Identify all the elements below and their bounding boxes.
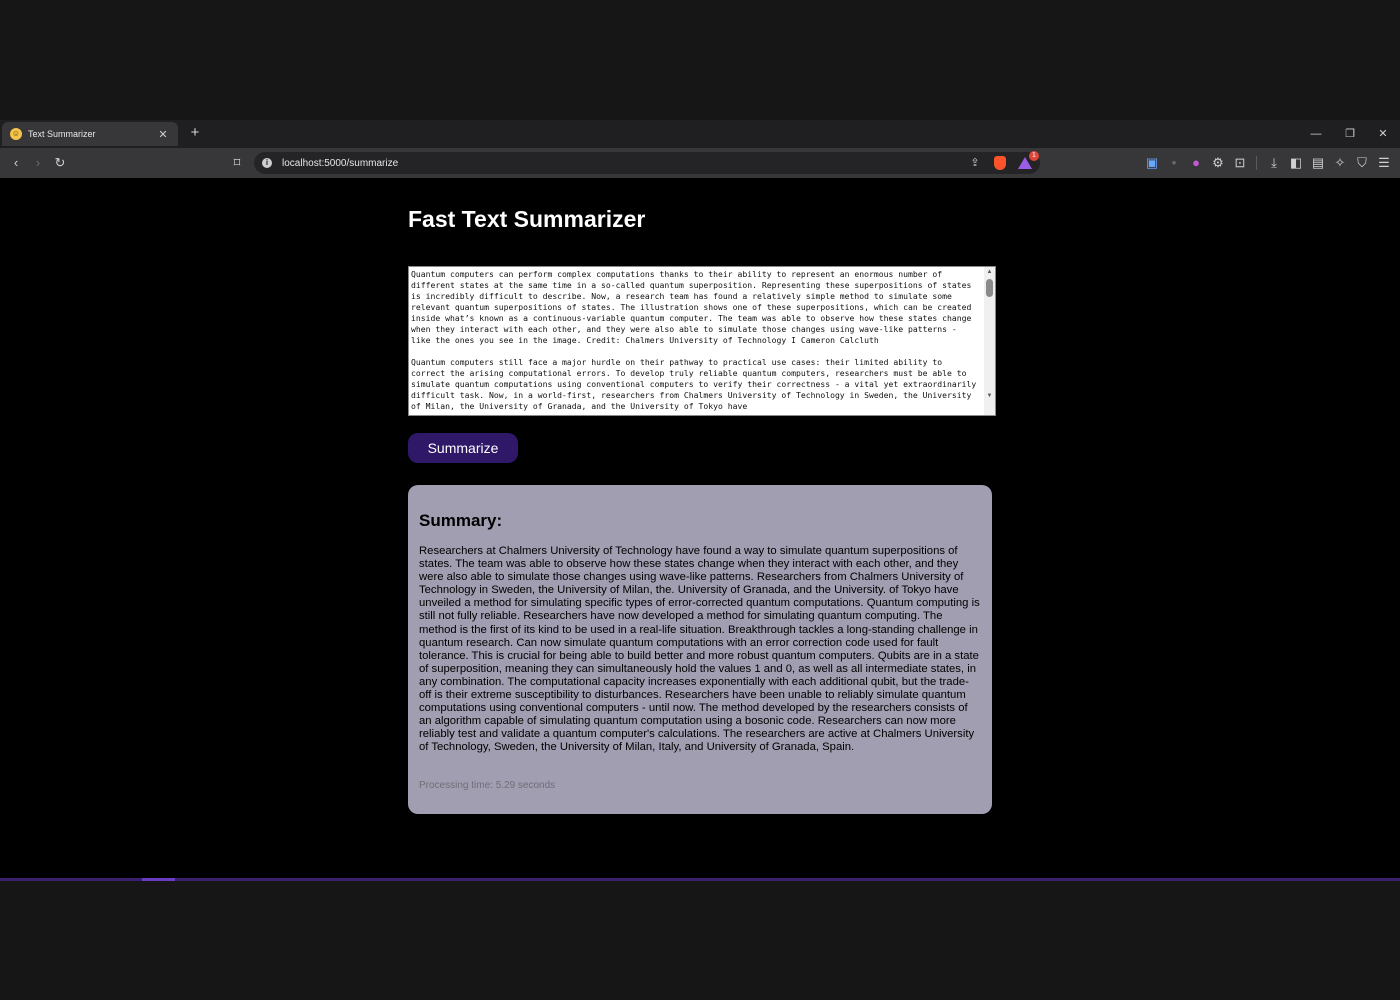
tab-text-summarizer[interactable]: ☺ Text Summarizer ✕ [2, 122, 178, 146]
processing-time: Processing time: 5.29 seconds [419, 780, 556, 791]
window-close-button[interactable]: ✕ [1369, 124, 1397, 144]
page-title: Fast Text Summarizer [408, 206, 646, 232]
address-bar[interactable]: i localhost:5000/summarize ⇪ 1 [254, 151, 1040, 174]
bookmark-icon[interactable]: ⌑ [227, 153, 247, 173]
sidebar-icon[interactable]: ◧ [1286, 153, 1306, 173]
extension-circle-icon[interactable]: ● [1186, 153, 1206, 173]
summarize-button[interactable]: Summarize [408, 433, 518, 463]
scroll-down-arrow-icon[interactable]: ▼ [984, 391, 995, 401]
scroll-thumb[interactable] [986, 279, 993, 297]
browser-toolbar: ‹ › ↻ ⌑ i localhost:5000/summarize ⇪ 1 ▣… [0, 148, 1400, 178]
wallet-icon[interactable]: ▤ [1308, 153, 1328, 173]
menu-hamburger-icon[interactable]: ☰ [1374, 153, 1394, 173]
new-tab-button[interactable]: + [186, 124, 204, 142]
tab-strip: ☺ Text Summarizer ✕ + — ❐ ✕ [0, 120, 1400, 148]
scroll-up-arrow-icon[interactable]: ▲ [984, 267, 995, 277]
textarea-scrollbar[interactable]: ▲ ▼ [984, 267, 995, 415]
input-textarea[interactable]: Quantum computers can perform complex co… [408, 266, 996, 416]
tab-title: Text Summarizer [28, 129, 96, 139]
summary-heading: Summary: [419, 511, 503, 530]
reload-icon[interactable]: ↻ [50, 153, 70, 173]
extension-search-icon[interactable]: ⊡ [1230, 153, 1250, 173]
extension-screen-icon[interactable]: ▣ [1142, 153, 1162, 173]
toolbar-separator [1256, 156, 1257, 170]
downloads-icon[interactable]: ⤓ [1264, 153, 1284, 173]
vpn-shield-icon[interactable]: ⛉ [1352, 153, 1372, 173]
back-arrow-icon[interactable]: ‹ [6, 153, 26, 173]
screen-background-top [0, 0, 1400, 120]
extensions-puzzle-icon[interactable]: ⚙ [1208, 153, 1228, 173]
screen-background-bottom [0, 881, 1400, 1000]
minimize-button[interactable]: — [1302, 124, 1330, 144]
restore-button[interactable]: ❐ [1336, 124, 1364, 144]
smiley-favicon-icon: ☺ [10, 128, 22, 140]
share-icon[interactable]: ⇪ [967, 155, 983, 171]
site-info-icon[interactable]: i [262, 158, 272, 168]
summary-card: Summary: Researchers at Chalmers Univers… [408, 485, 992, 814]
brave-rewards-icon[interactable]: 1 [1018, 151, 1039, 169]
forward-arrow-icon[interactable]: › [28, 153, 48, 173]
url-text[interactable]: localhost:5000/summarize [282, 158, 962, 169]
leo-ai-icon[interactable]: ✧ [1330, 153, 1350, 173]
tab-close-icon[interactable]: ✕ [156, 128, 170, 141]
brave-shields-icon[interactable] [994, 156, 1006, 170]
extension-dot-icon[interactable]: • [1164, 153, 1184, 173]
rewards-badge: 1 [1029, 151, 1039, 161]
summary-text: Researchers at Chalmers University of Te… [419, 545, 980, 754]
